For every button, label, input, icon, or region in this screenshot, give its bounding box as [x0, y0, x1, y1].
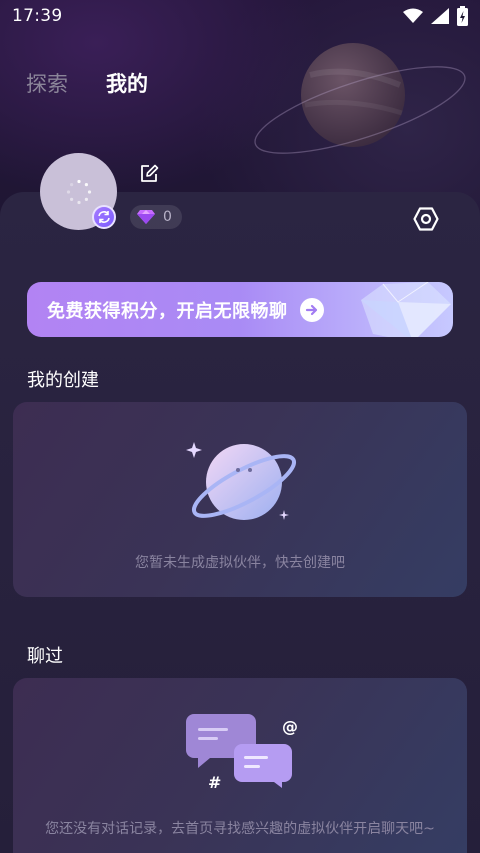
status-time: 17:39	[12, 6, 63, 26]
empty-chat-illustration: @ #	[186, 714, 298, 788]
gem-icon	[137, 210, 155, 224]
my-creations-title: 我的创建	[27, 370, 99, 391]
chatted-title: 聊过	[27, 646, 63, 667]
my-creations-empty-text: 您暂未生成虚拟伙伴，快去创建吧	[135, 555, 345, 571]
status-icons	[403, 6, 468, 26]
chatted-empty-text: 您还没有对话记录，去首页寻找感兴趣的虚拟伙伴开启聊天吧~	[45, 821, 435, 837]
planet-decoration	[254, 43, 466, 154]
chatted-card: @ # 您还没有对话记录，去首页寻找感兴趣的虚拟伙伴开启聊天吧~	[13, 678, 467, 853]
svg-text:@: @	[282, 717, 298, 736]
tab-explore-label: 探索	[26, 72, 68, 96]
loading-spinner-icon	[66, 179, 91, 204]
empty-planet-illustration	[186, 442, 297, 520]
battery-charging-icon	[457, 6, 468, 26]
diamond-decoration-icon	[361, 282, 451, 337]
settings-icon[interactable]	[413, 206, 439, 232]
wifi-icon	[403, 8, 423, 23]
banner-text: 免费获得积分，开启无限畅聊	[47, 300, 288, 322]
refresh-icon	[98, 211, 110, 223]
svg-text:#: #	[208, 773, 221, 788]
tab-explore[interactable]: 探索	[26, 68, 68, 98]
arrow-right-icon	[299, 297, 324, 322]
points-badge[interactable]: 0	[130, 205, 182, 229]
top-tabs: 探索 我的	[26, 68, 150, 100]
tab-mine[interactable]: 我的	[104, 68, 150, 100]
free-points-banner[interactable]: 免费获得积分，开启无限畅聊	[27, 282, 453, 337]
status-bar: 17:39	[0, 0, 480, 32]
signal-icon	[431, 8, 449, 24]
tab-mine-label: 我的	[106, 72, 148, 96]
edit-icon[interactable]	[139, 164, 159, 184]
my-creations-card: 您暂未生成虚拟伙伴，快去创建吧	[13, 402, 467, 597]
refresh-avatar-button[interactable]	[92, 205, 116, 229]
points-value: 0	[163, 209, 172, 225]
